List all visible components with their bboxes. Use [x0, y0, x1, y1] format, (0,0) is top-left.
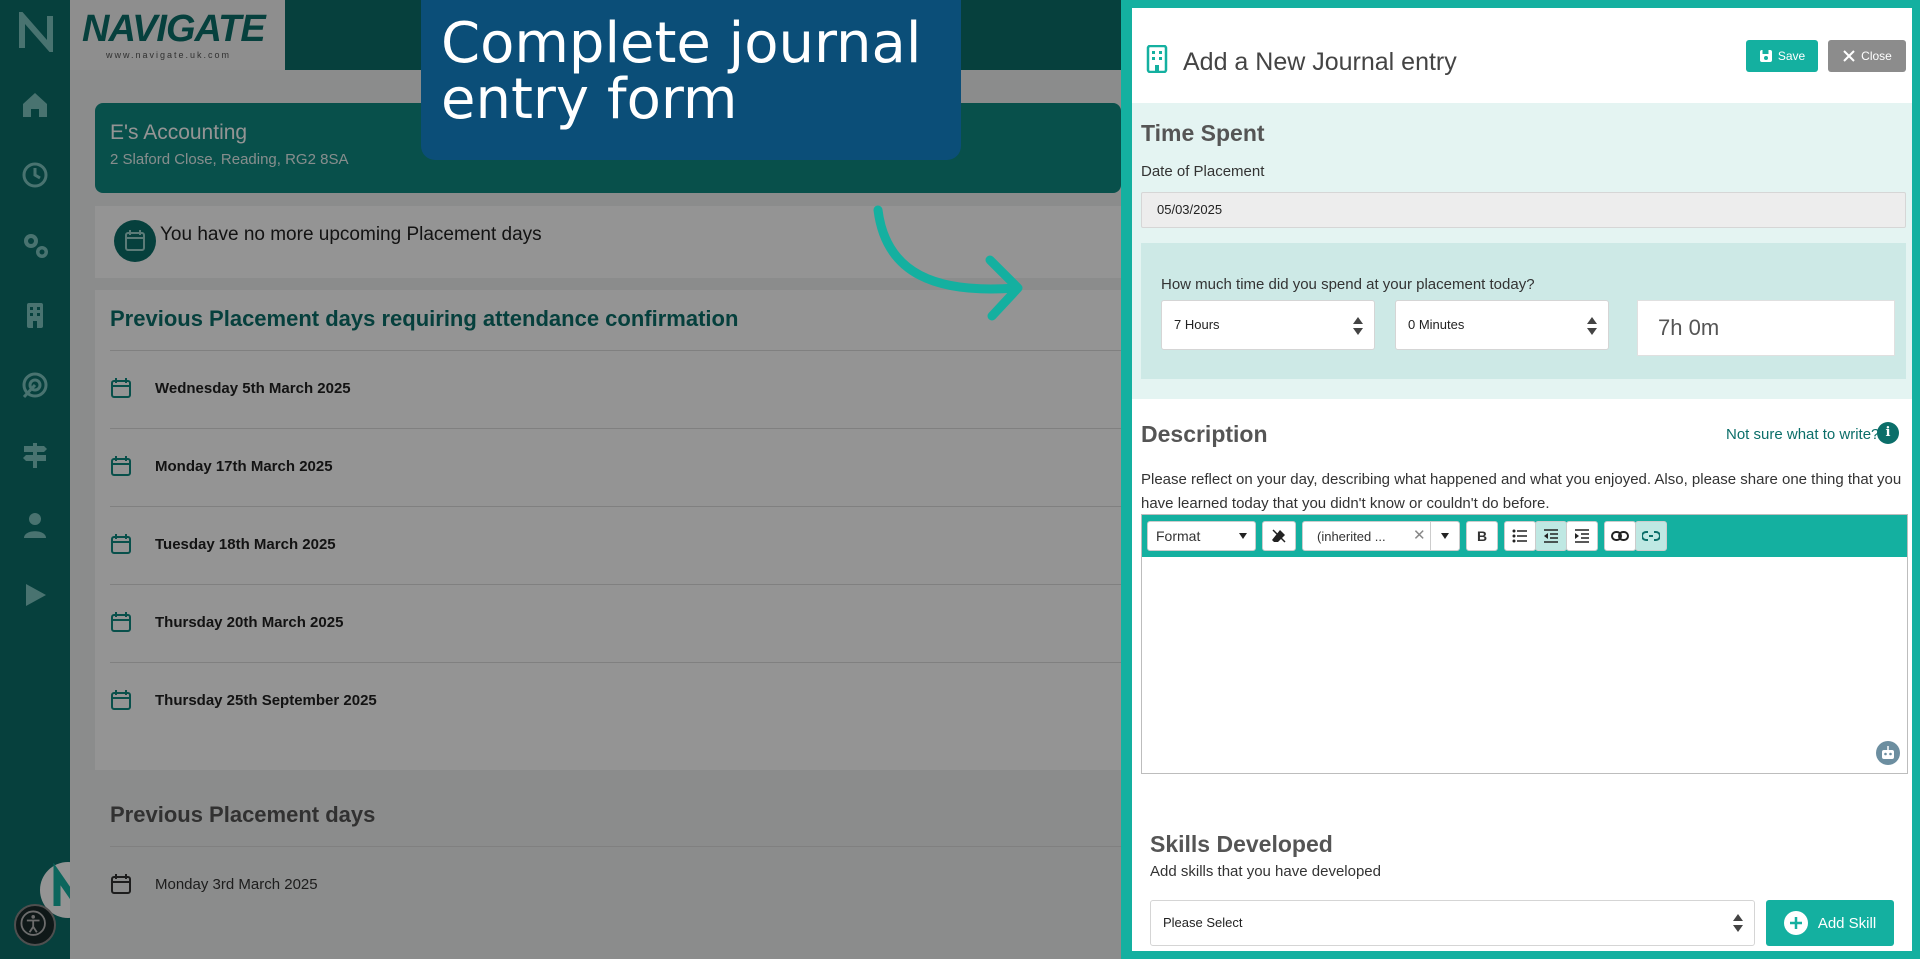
- building-icon: [1146, 45, 1168, 73]
- assistant-bot-icon[interactable]: [1876, 741, 1900, 765]
- total-time-display: 7h 0m: [1637, 300, 1895, 356]
- clear-icon[interactable]: ✕: [1413, 526, 1426, 544]
- updown-icon: [1587, 317, 1597, 335]
- indent-icon: [1575, 529, 1589, 543]
- link-icon: [1611, 531, 1629, 541]
- skills-sublabel: Add skills that you have developed: [1150, 863, 1381, 880]
- skill-select[interactable]: Please Select: [1150, 900, 1755, 946]
- caret-down-icon: [1239, 533, 1247, 539]
- info-icon[interactable]: i: [1877, 422, 1899, 444]
- callout-line-1: Complete journal: [441, 11, 922, 76]
- link-button[interactable]: [1604, 521, 1636, 551]
- callout-line-2: entry form: [441, 67, 738, 132]
- tutorial-callout: Complete journal entry form: [421, 0, 961, 160]
- minutes-value: 0 Minutes: [1408, 317, 1465, 332]
- outdent-button[interactable]: [1535, 521, 1567, 551]
- close-icon: [1843, 50, 1855, 62]
- rich-text-editor: Format (inherited ... ✕ B: [1141, 514, 1908, 774]
- editor-toolbar: Format (inherited ... ✕ B: [1142, 515, 1907, 557]
- add-skill-button[interactable]: Add Skill: [1766, 900, 1894, 946]
- close-button[interactable]: Close: [1828, 40, 1906, 72]
- help-link[interactable]: Not sure what to write?: [1726, 426, 1879, 443]
- save-label: Save: [1777, 49, 1806, 63]
- add-skill-label: Add Skill: [1817, 914, 1877, 932]
- date-of-placement-field[interactable]: 05/03/2025: [1141, 192, 1906, 228]
- format-label: Format: [1156, 528, 1201, 544]
- eraser-icon: [1272, 529, 1286, 543]
- format-dropdown[interactable]: Format: [1147, 521, 1256, 551]
- skills-heading: Skills Developed: [1150, 831, 1333, 857]
- description-heading: Description: [1141, 421, 1268, 447]
- divider: [1430, 522, 1431, 550]
- description-textarea[interactable]: [1142, 557, 1907, 773]
- description-instructions: Please reflect on your day, describing w…: [1141, 471, 1902, 512]
- bold-button[interactable]: B: [1466, 521, 1498, 551]
- journal-entry-form: Add a New Journal entry Save Close Time …: [1132, 8, 1912, 951]
- close-label: Close: [1861, 49, 1892, 63]
- unlink-icon: [1642, 531, 1660, 541]
- bullet-list-icon: [1512, 529, 1527, 543]
- callout-arrow-icon: [873, 205, 1023, 321]
- bullet-list-button[interactable]: [1504, 521, 1536, 551]
- caret-down-icon: [1441, 533, 1449, 539]
- plus-icon: [1783, 911, 1808, 935]
- updown-icon: [1733, 914, 1743, 932]
- save-button[interactable]: Save: [1746, 40, 1818, 72]
- panel-title: Add a New Journal entry: [1183, 48, 1457, 76]
- hours-value: 7 Hours: [1174, 317, 1220, 332]
- unlink-button[interactable]: [1635, 521, 1667, 551]
- bold-label: B: [1476, 528, 1488, 544]
- font-label: (inherited ...: [1317, 528, 1386, 544]
- minutes-select[interactable]: 0 Minutes: [1395, 300, 1609, 350]
- date-of-placement-label: Date of Placement: [1141, 163, 1265, 180]
- time-spent-heading: Time Spent: [1141, 120, 1265, 146]
- hours-select[interactable]: 7 Hours: [1161, 300, 1375, 350]
- save-icon: [1759, 50, 1772, 62]
- clear-format-button[interactable]: [1262, 521, 1296, 551]
- font-dropdown[interactable]: (inherited ... ✕: [1302, 521, 1460, 551]
- updown-icon: [1353, 317, 1363, 335]
- time-question: How much time did you spend at your plac…: [1161, 276, 1535, 293]
- skill-select-value: Please Select: [1163, 915, 1243, 930]
- journal-entry-panel: Add a New Journal entry Save Close Time …: [1121, 0, 1920, 959]
- indent-button[interactable]: [1566, 521, 1598, 551]
- outdent-icon: [1544, 529, 1558, 543]
